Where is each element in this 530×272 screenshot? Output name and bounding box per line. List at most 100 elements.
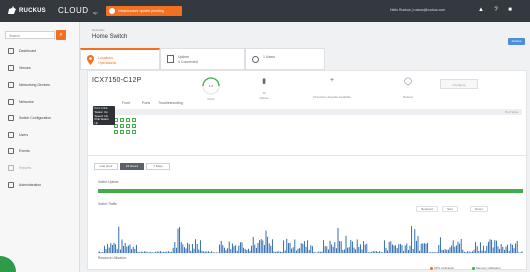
page-title: Home Switch [92,34,128,40]
switch-port[interactable] [120,118,124,122]
health-gauge: 1.0 [202,77,220,95]
subtab-front[interactable]: Front [122,101,130,105]
sidebar-item-dashboard[interactable]: Dashboard [0,44,80,58]
sidebar-item-label: Reports [19,166,32,170]
green-leaf-decoration [0,256,16,272]
sidebar-item-switch-configuration[interactable]: Switch Configuration [0,111,80,125]
main-content: Networks Home Switch Actions Locations O… [80,22,530,272]
alert-banner[interactable]: Infrastructure update pending [106,6,182,16]
legend-memory: Memory Utilization [472,266,501,270]
switch-port[interactable] [126,124,130,128]
switch-port[interactable] [132,130,136,134]
range-tab-last-hour[interactable]: Last Hour [94,163,118,170]
sidebar-item-networking-devices[interactable]: Networking Devices [0,78,80,92]
help-icon[interactable]: ? [493,7,499,14]
warning-icon [109,8,115,14]
search-input[interactable]: Search [5,31,55,39]
reports-icon [8,165,14,171]
legend-errors-toggle[interactable]: Errors [470,206,488,212]
sidebar-item-administration[interactable]: Administration [0,178,80,192]
users-icon [252,56,259,63]
reboot-icon[interactable]: ◯ [402,77,414,85]
tab-label: 1 Users [263,55,275,60]
memory-legend-dot [472,266,475,270]
switch-port[interactable] [120,124,124,128]
port-tooltip: Port: 1/1/4 Status: Up Speed: 1G PoE Sta… [93,106,115,125]
tab-label: Locations Operational [98,56,116,65]
sidebar-item-label: Networking Devices [19,83,50,87]
sidebar-item-label: Switch Configuration [19,116,52,120]
tab-line1: 1 Users [263,55,276,59]
switch-port[interactable] [132,118,136,122]
sidebar-item-events[interactable]: Events [0,144,80,158]
device-panel: ICX7150-C12P 1.0 Ports ▮ 12 Clients + Fi… [87,70,528,270]
switch-port[interactable] [126,118,130,122]
search-button[interactable]: ⌕ [56,30,66,40]
breadcrumb[interactable]: Networks [92,28,105,32]
sidebar-item-label: Venues [19,66,31,70]
range-tab-24-hours[interactable]: 24 Hours [120,163,144,170]
user-account-text[interactable]: Hello Ruckus | ruckus@ruckus.com [390,8,445,12]
networks-icon [8,99,14,105]
product-name: CLOUD [58,6,89,15]
range-tab-7-days[interactable]: 7 Days [146,163,170,170]
tab-line1: Uptime [178,55,190,59]
configure-button[interactable]: Configure [440,79,478,89]
brand-name: RUCKUS [19,8,46,14]
tab-users[interactable]: 1 Users [245,48,325,70]
alert-text: Infrastructure update pending [118,9,164,13]
events-icon [8,148,14,154]
switch-port[interactable] [126,130,130,134]
tab-line2: 4 Connected [178,59,198,64]
tab-locations[interactable]: Locations Operational [80,48,160,70]
sidebar-item-reports[interactable]: Reports [0,161,80,175]
plus-icon[interactable]: + [326,77,338,84]
summary-tabs: Locations Operational Uptime 4 Connected… [80,48,530,70]
location-pin-icon [87,55,94,65]
switch-port[interactable] [132,124,136,128]
firmware-upgrade-label[interactable]: Firmware Upgrade Available [304,95,360,99]
switch-port[interactable] [114,130,118,134]
device-subtabs: Front Ports Troubleshooting [92,101,292,109]
device-icon: ▮ [262,78,266,85]
resource-section-label: Resource Utilization [98,256,127,260]
switch-port[interactable] [120,130,124,134]
legend-received-toggle[interactable]: Received [416,206,438,212]
stat-clients-label: Clients [259,96,269,100]
dashboard-icon [8,48,14,54]
subtab-ports[interactable]: Ports [142,101,150,105]
users-icon [8,132,14,138]
sidebar-item-venues[interactable]: Venues [0,61,80,75]
tooltip-line: PoE Status: Up [94,117,110,126]
legend-sent-toggle[interactable]: Sent [442,206,458,212]
location-icon [8,65,14,71]
switch-config-icon [8,115,14,121]
cpu-legend-label: CPU Utilization [434,266,455,270]
sidebar-item-networks[interactable]: Networks [0,95,80,109]
tab-line2: Operational [98,60,117,65]
stat-clients-value: 12 [262,91,266,95]
sidebar-item-label: Administration [19,183,42,187]
sidebar-item-label: Networks [19,100,34,104]
port-view-bar: Port View [92,109,522,115]
ruckus-dog-logo-icon[interactable] [7,6,17,15]
port-view-label: Port View [505,110,518,114]
sidebar-item-users[interactable]: Users [0,128,80,142]
device-hostname: ICX7150-C12P [92,77,142,84]
switch-ports [114,118,154,138]
uptime-section-label: Switch Uptime [98,180,119,184]
tab-uptime[interactable]: Uptime 4 Connected [160,48,245,70]
reboot-label[interactable]: Reboot [394,95,422,99]
sidebar: Search ⌕ Dashboard Venues Networking Dev… [0,22,80,272]
devices-icon [8,82,14,88]
admin-icon [8,182,14,188]
sidebar-item-label: Users [19,133,29,137]
user-icon[interactable]: ■ [507,7,513,14]
top-navigation-bar: RUCKUS CLOUD up Infrastructure update pe… [0,0,530,22]
bell-icon[interactable]: ▲ [478,7,484,14]
tab-label: Uptime 4 Connected [178,55,198,64]
traffic-chart [98,226,523,254]
subtab-troubleshooting[interactable]: Troubleshooting [158,101,183,105]
actions-button[interactable]: Actions [508,38,525,45]
cpu-legend-dot [430,266,433,270]
